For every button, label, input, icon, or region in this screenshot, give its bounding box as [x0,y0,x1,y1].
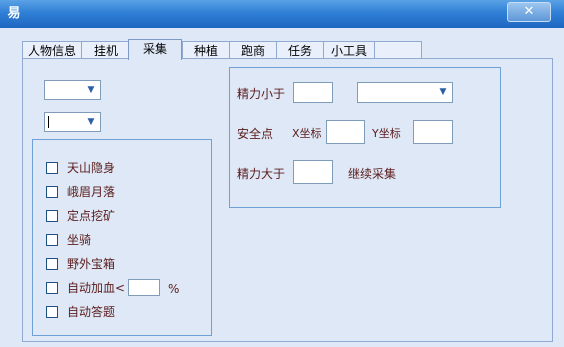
tab-quest[interactable]: 任务 [276,41,324,59]
tab-collect[interactable]: 采集 [128,39,182,60]
chevron-down-icon: ▼ [87,117,95,127]
checkbox[interactable] [46,210,58,222]
window-client-area: 人物信息 挂机 采集 种植 跑商 任务 小工具 ▼ ▼ 天山隐身 峨眉月落 定点… [4,28,560,344]
checkbox[interactable] [46,306,58,318]
option-label: 峨眉月落 [67,185,116,199]
x-coord-input[interactable] [326,120,365,144]
options-group: 天山隐身 峨眉月落 定点挖矿 坐骑 野外宝箱 自动加血< % 自动答题 [32,139,212,336]
close-button[interactable]: ✕ [507,2,551,22]
option-label: 自动加血< [67,281,126,295]
checkbox[interactable] [46,282,58,294]
app-icon: 易 [7,6,21,21]
checkbox[interactable] [46,258,58,270]
tab-trade-run[interactable]: 跑商 [229,41,277,59]
x-coord-label: X坐标 [292,127,322,140]
option-label: 坐骑 [67,233,92,247]
energy-less-than-label: 精力小于 [237,87,286,101]
title-bar: 易 ✕ [0,0,564,28]
auto-heal-percent-input[interactable] [128,279,160,296]
option-label: 野外宝箱 [67,257,116,271]
energy-greater-than-input[interactable] [293,160,333,184]
safe-point-label: 安全点 [237,127,274,141]
collect-tab-panel: ▼ ▼ 天山隐身 峨眉月落 定点挖矿 坐骑 野外宝箱 自动加血< % 自动答题 … [22,58,553,342]
y-coord-input[interactable] [413,120,453,144]
tab-idle[interactable]: 挂机 [81,41,131,59]
text-cursor [48,116,49,128]
checkbox[interactable] [46,234,58,246]
tab-character-info[interactable]: 人物信息 [22,41,82,59]
collect-dropdown-1[interactable]: ▼ [44,80,101,100]
option-label: 定点挖矿 [67,209,116,223]
checkbox[interactable] [46,186,58,198]
option-label: 天山隐身 [67,161,116,175]
y-coord-label: Y坐标 [372,127,401,140]
option-label: 自动答题 [67,305,116,319]
energy-action-dropdown[interactable]: ▼ [357,82,453,103]
energy-less-than-input[interactable] [293,82,333,103]
continue-collect-label: 继续采集 [348,167,397,181]
energy-greater-than-label: 精力大于 [237,167,286,181]
collect-dropdown-2[interactable]: ▼ [44,112,101,132]
chevron-down-icon: ▼ [439,87,447,97]
percent-sign: % [168,282,180,296]
checkbox[interactable] [46,162,58,174]
chevron-down-icon: ▼ [87,85,95,95]
tab-plant[interactable]: 种植 [182,41,230,59]
energy-group: 精力小于 ▼ 安全点 X坐标 Y坐标 精力大于 继续采集 [229,67,501,208]
tab-extra[interactable] [374,41,422,59]
tab-tools[interactable]: 小工具 [323,41,375,59]
